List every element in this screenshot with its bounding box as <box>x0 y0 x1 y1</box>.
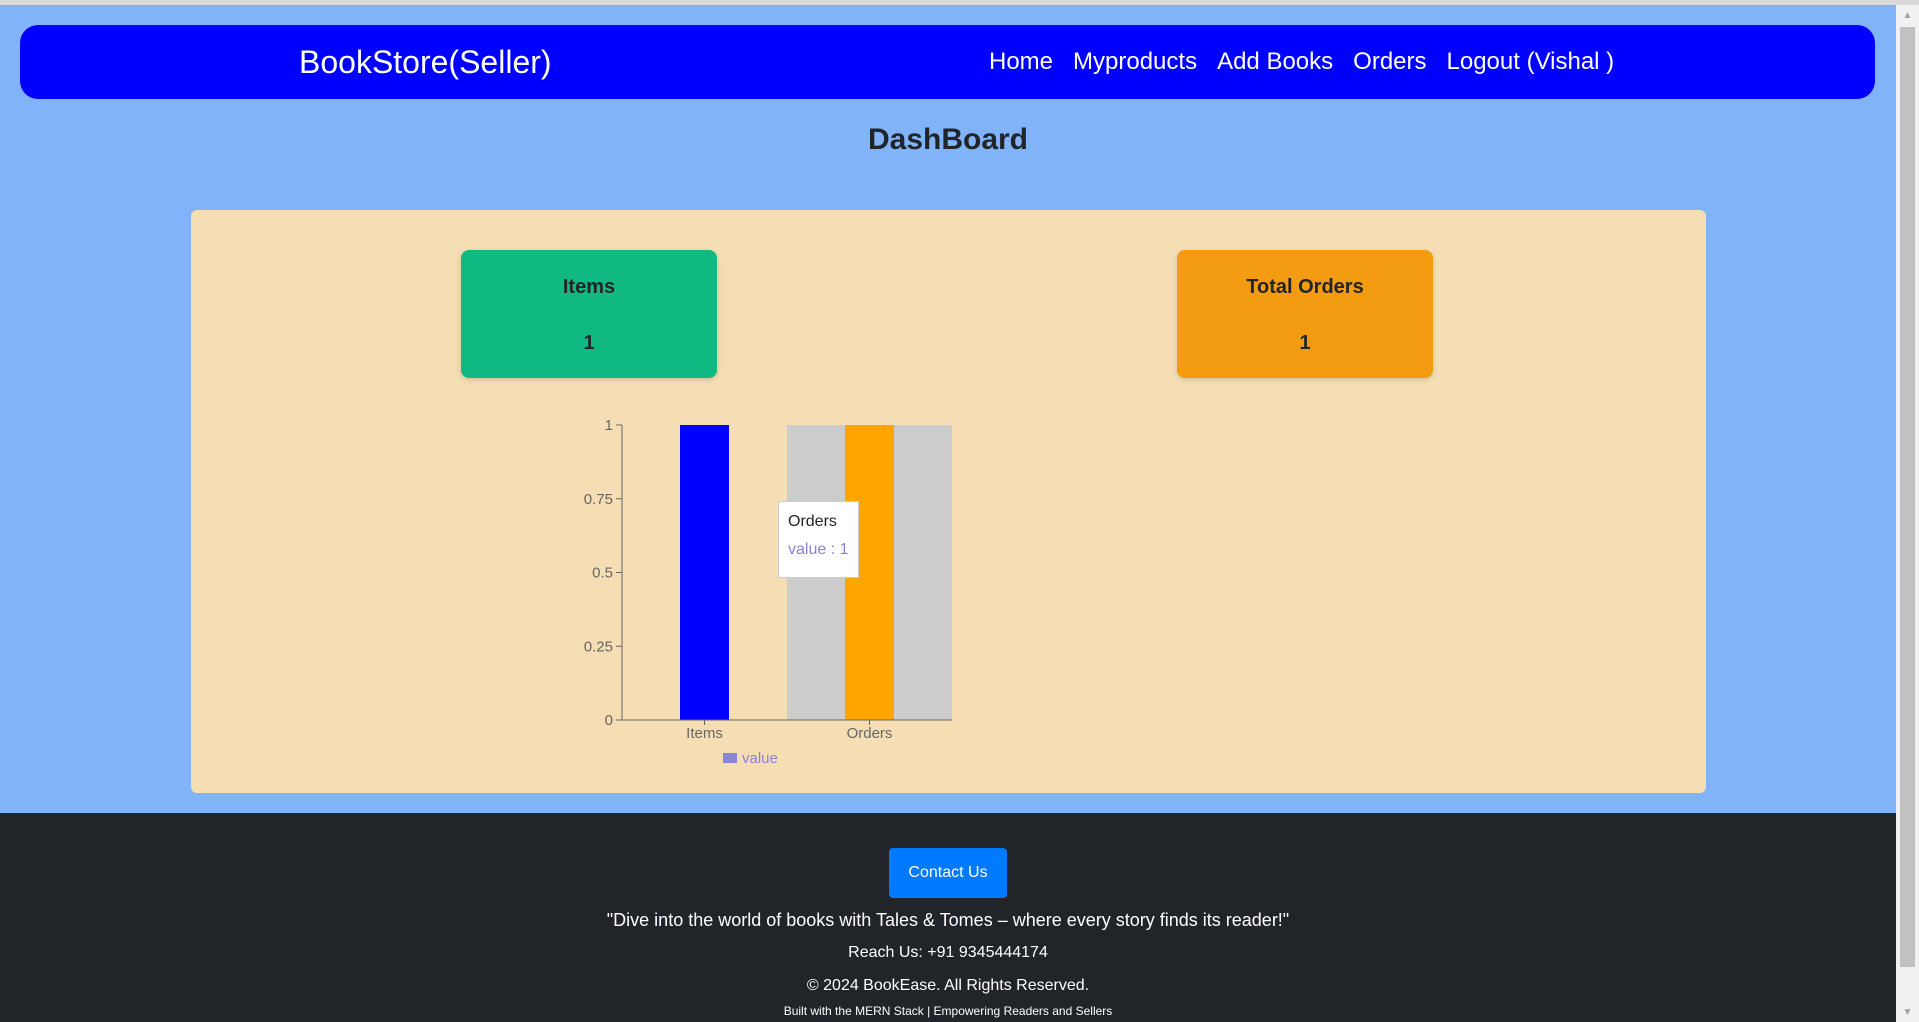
x-tick-label: Orders <box>847 725 893 742</box>
footer-contact-phone: Reach Us: +91 9345444174 <box>848 944 1048 961</box>
tooltip-value: value : 1 <box>788 541 849 558</box>
y-tick-label: 0.25 <box>584 638 613 655</box>
y-tick-label: 0.5 <box>592 565 613 582</box>
footer: Contact Us "Dive into the world of books… <box>0 813 1896 1022</box>
page-title: DashBoard <box>867 123 1029 156</box>
nav-myproducts-link[interactable]: Myproducts <box>1073 47 1197 77</box>
nav-add-books-link[interactable]: Add Books <box>1217 47 1333 77</box>
nav-orders-link[interactable]: Orders <box>1353 47 1426 77</box>
scroll-down-arrow-icon[interactable]: ▼ <box>1896 1002 1919 1022</box>
contact-us-button[interactable]: Contact Us <box>889 848 1007 898</box>
page: BookStore(Seller) Home Myproducts Add Bo… <box>0 5 1896 1022</box>
vertical-scrollbar[interactable]: ▲ ▼ <box>1896 5 1919 1022</box>
legend-swatch <box>723 753 737 763</box>
tooltip-title: Orders <box>788 513 837 530</box>
chart-tooltip: Orders value : 1 <box>778 501 859 578</box>
footer-built-with: Built with the MERN Stack | Empowering R… <box>783 1004 1113 1018</box>
footer-tagline: "Dive into the world of books with Tales… <box>606 910 1290 930</box>
scroll-thumb[interactable] <box>1900 27 1915 967</box>
nav-home-link[interactable]: Home <box>989 47 1053 77</box>
bar-chart: Items Orders 0 0.25 0.5 0.75 1 value <box>584 417 952 767</box>
y-tick-label: 0.75 <box>584 491 613 508</box>
nav-links: Home Myproducts Add Books Orders Logout … <box>989 47 1614 77</box>
footer-copyright: © 2024 BookEase. All Rights Reserved. <box>806 977 1090 994</box>
brand-logo[interactable]: BookStore(Seller) <box>299 43 552 81</box>
dashboard-panel: Items 1 Total Orders 1 Items Orders 0 0.25 0… <box>191 210 1706 793</box>
navbar: BookStore(Seller) Home Myproducts Add Bo… <box>20 25 1875 99</box>
chart-bar-items <box>680 425 729 720</box>
y-tick-label: 0 <box>605 712 613 729</box>
nav-logout-link[interactable]: Logout (Vishal ) <box>1447 47 1615 77</box>
x-tick-label: Items <box>686 725 723 742</box>
scroll-up-arrow-icon[interactable]: ▲ <box>1896 5 1919 25</box>
y-tick-label: 1 <box>605 417 613 434</box>
legend-label: value <box>742 750 778 767</box>
